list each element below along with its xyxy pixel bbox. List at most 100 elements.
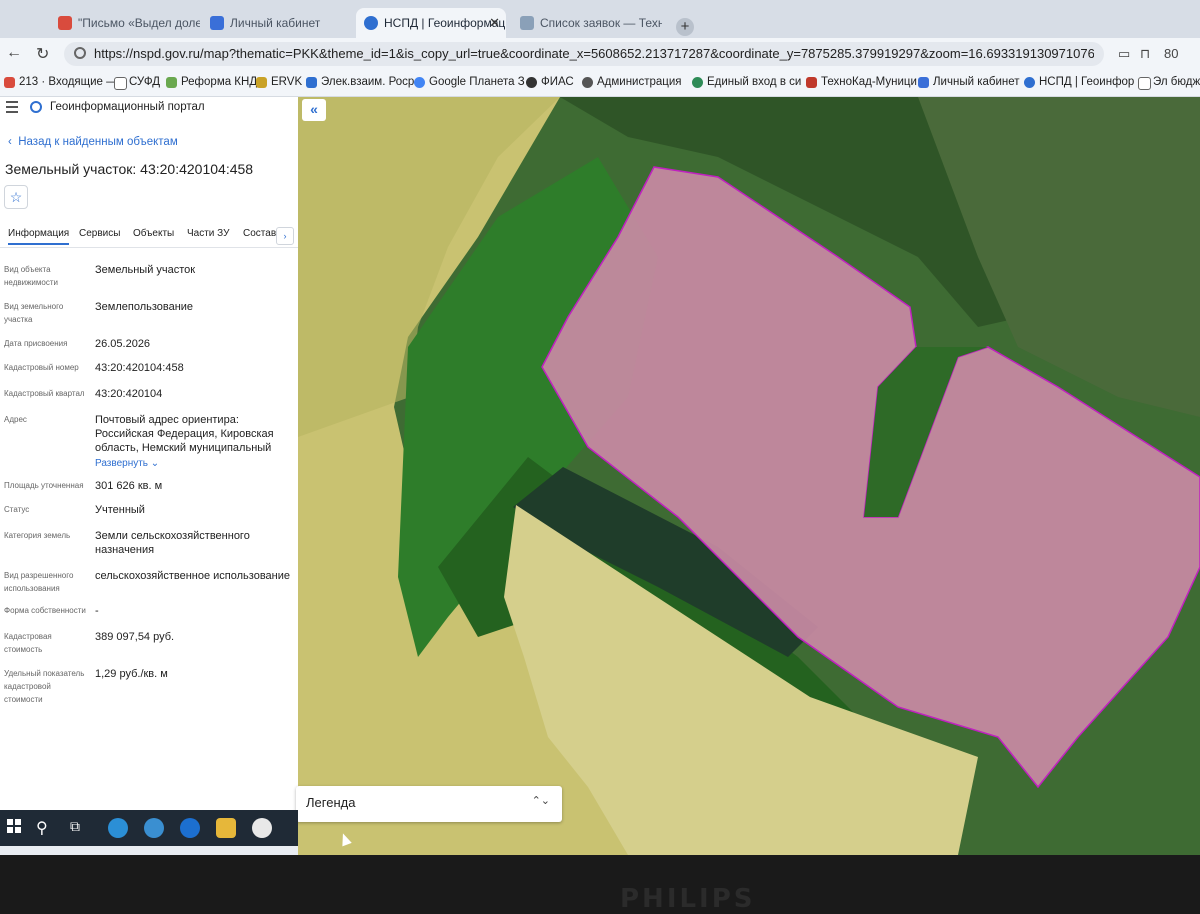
bookmark-nspd[interactable]: НСПД | Геоинфор — [1024, 76, 1134, 88]
close-tab-icon[interactable]: ✕ — [489, 8, 500, 38]
bookmark-single-sign-on[interactable]: Единый вход в си — [692, 76, 801, 88]
field-label: Вид разрешенного использования — [4, 571, 74, 593]
bookmark-reform-knd[interactable]: Реформа КНД — [166, 76, 257, 88]
screen-icon[interactable]: ▭ — [1118, 46, 1130, 62]
map-canvas[interactable] — [298, 97, 1200, 855]
field-value: Почтовый адрес ориентира: Российская Фед… — [95, 414, 274, 454]
field-value: Земельный участок — [95, 264, 196, 276]
bookmark-fias[interactable]: ФИАС — [526, 76, 574, 88]
windows-start-icon[interactable] — [6, 818, 26, 838]
page-icon — [114, 77, 127, 90]
site-icon — [210, 16, 224, 30]
field-value: Учтенный — [95, 504, 145, 516]
tab-parcel-parts[interactable]: Части ЗУ — [187, 228, 229, 239]
collapse-panel-button[interactable]: « — [302, 99, 326, 121]
site-icon — [526, 77, 537, 88]
legend-label: Легенда — [306, 795, 356, 810]
favorite-star-icon[interactable]: ☆ — [4, 185, 28, 209]
field-label: Вид земельного участка — [4, 302, 64, 324]
menu-icon[interactable] — [6, 101, 18, 116]
chevron-down-icon: ⌄ — [150, 458, 160, 469]
chevron-updown-icon: ⌃⌄ — [531, 795, 550, 807]
check-icon — [692, 77, 703, 88]
legend-dropdown[interactable]: Легенда ⌃⌄ — [296, 786, 562, 822]
tab-label: Личный кабинет — [230, 16, 321, 30]
panel-tabs: Информация Сервисы Объекты Части ЗУ Сост… — [0, 225, 298, 248]
monitor-brand-logo: PHILIPS — [620, 884, 756, 914]
browser-toolbar: ← ↻ https://nspd.gov.ru/map?thematic=PKK… — [0, 38, 1200, 70]
portal-title: Геоинформационный портал — [50, 101, 205, 113]
bookmark-google-earth[interactable]: Google Планета З — [414, 76, 525, 88]
back-to-results-link[interactable]: ‹ Назад к найденным объектам — [8, 136, 178, 148]
bookmarks-bar: 213 · Входящие — СУФД Реформа КНД ERVK Э… — [0, 70, 1200, 97]
field-label: Адрес — [4, 415, 27, 424]
search-icon[interactable]: ⚲ — [36, 818, 56, 838]
expand-address-link[interactable]: Развернуть ⌄ — [95, 458, 159, 469]
field-value: 1,29 руб./кв. м — [95, 668, 168, 680]
site-icon — [582, 77, 593, 88]
tab-nspd[interactable]: НСПД | Геоинформаци ✕ — [356, 8, 506, 38]
bookmark-technokad[interactable]: ТехноКад-Муници — [806, 76, 917, 88]
tab-personal-cabinet[interactable]: Личный кабинет — [202, 8, 352, 38]
field-value: сельскохозяйственное использование — [95, 570, 291, 582]
tab-label: "Письмо «Выдел долей — [78, 16, 200, 30]
tab-objects[interactable]: Объекты — [133, 228, 174, 239]
tab-composition[interactable]: Состав — [243, 228, 276, 239]
site-info-icon[interactable] — [74, 47, 86, 59]
edge-browser-icon[interactable] — [108, 818, 128, 838]
field-label: Дата присвоения — [4, 339, 68, 348]
field-label: Форма собственности — [4, 606, 86, 615]
tab-services[interactable]: Сервисы — [79, 228, 120, 239]
tab-label: Список заявок — Техно — [540, 16, 662, 30]
field-label: Вид объекта недвижимости — [4, 265, 58, 287]
field-value: 389 097,54 руб. — [95, 631, 175, 643]
site-icon — [918, 77, 929, 88]
portal-header: Геоинформационный портал — [0, 97, 298, 119]
field-label: Категория земель — [4, 531, 71, 540]
screen: "Письмо «Выдел долей Личный кабинет НСПД… — [0, 0, 1200, 855]
field-label: Кадастровый номер — [4, 363, 79, 372]
mail-icon — [58, 16, 72, 30]
bookmark-ervk[interactable]: ERVK — [256, 76, 302, 88]
yandex-browser-icon[interactable] — [252, 818, 272, 838]
tabs-scroll-right-icon[interactable]: › — [276, 227, 294, 245]
url-text: https://nspd.gov.ru/map?thematic=PKK&the… — [94, 46, 1094, 61]
field-label: Кадастровая стоимость — [4, 632, 52, 654]
field-value: 43:20:420104 — [95, 388, 163, 400]
tab-letter[interactable]: "Письмо «Выдел долей — [50, 8, 200, 38]
bookmark-sufd[interactable]: СУФД — [114, 76, 160, 90]
object-title: Земельный участок: 43:20:420104:458 — [5, 161, 254, 177]
bookmark-icon[interactable]: ⊓ — [1140, 46, 1150, 62]
emblem-icon — [256, 77, 267, 88]
reload-icon[interactable]: ↻ — [36, 44, 49, 64]
bookmark-personal-cabinet[interactable]: Личный кабинет — [918, 76, 1020, 88]
site-icon — [520, 16, 534, 30]
page-icon — [1138, 77, 1151, 90]
field-value: - — [95, 605, 99, 617]
new-tab-button[interactable]: + — [676, 18, 694, 36]
field-label: Кадастровый квартал — [4, 389, 85, 398]
browser-icon[interactable] — [144, 818, 164, 838]
windows-taskbar: ⚲ ⧉ — [0, 810, 298, 846]
satellite-map[interactable] — [298, 97, 1200, 855]
field-value: Землепользование — [95, 301, 194, 313]
tab-information[interactable]: Информация — [8, 228, 70, 245]
m-icon — [806, 77, 817, 88]
bookmark-rosreestr[interactable]: Элек.взаим. Роср — [306, 76, 414, 88]
globe-icon — [414, 77, 425, 88]
bookmark-inbox[interactable]: 213 · Входящие — — [4, 76, 118, 88]
file-explorer-icon[interactable] — [216, 818, 236, 838]
tab-label: НСПД | Геоинформаци — [384, 16, 506, 30]
tab-applications[interactable]: Список заявок — Техно — [512, 8, 662, 38]
object-info-panel: Геоинформационный портал ‹ Назад к найде… — [0, 97, 299, 810]
field-value: Земли сельскохозяйственного назначения — [95, 530, 250, 556]
back-arrow-icon[interactable]: ← — [6, 44, 22, 62]
bookmark-administration[interactable]: Администрация — [582, 76, 682, 88]
bookmark-budget[interactable]: Эл бюдже — [1138, 76, 1200, 90]
address-bar[interactable]: https://nspd.gov.ru/map?thematic=PKK&the… — [64, 42, 1104, 66]
internet-explorer-icon[interactable] — [180, 818, 200, 838]
zoom-readout[interactable]: 80 — [1164, 46, 1178, 61]
task-view-icon[interactable]: ⧉ — [70, 818, 90, 838]
field-value: 301 626 кв. м — [95, 480, 163, 492]
field-label: Удельный показатель кадастровой стоимост… — [4, 669, 85, 704]
